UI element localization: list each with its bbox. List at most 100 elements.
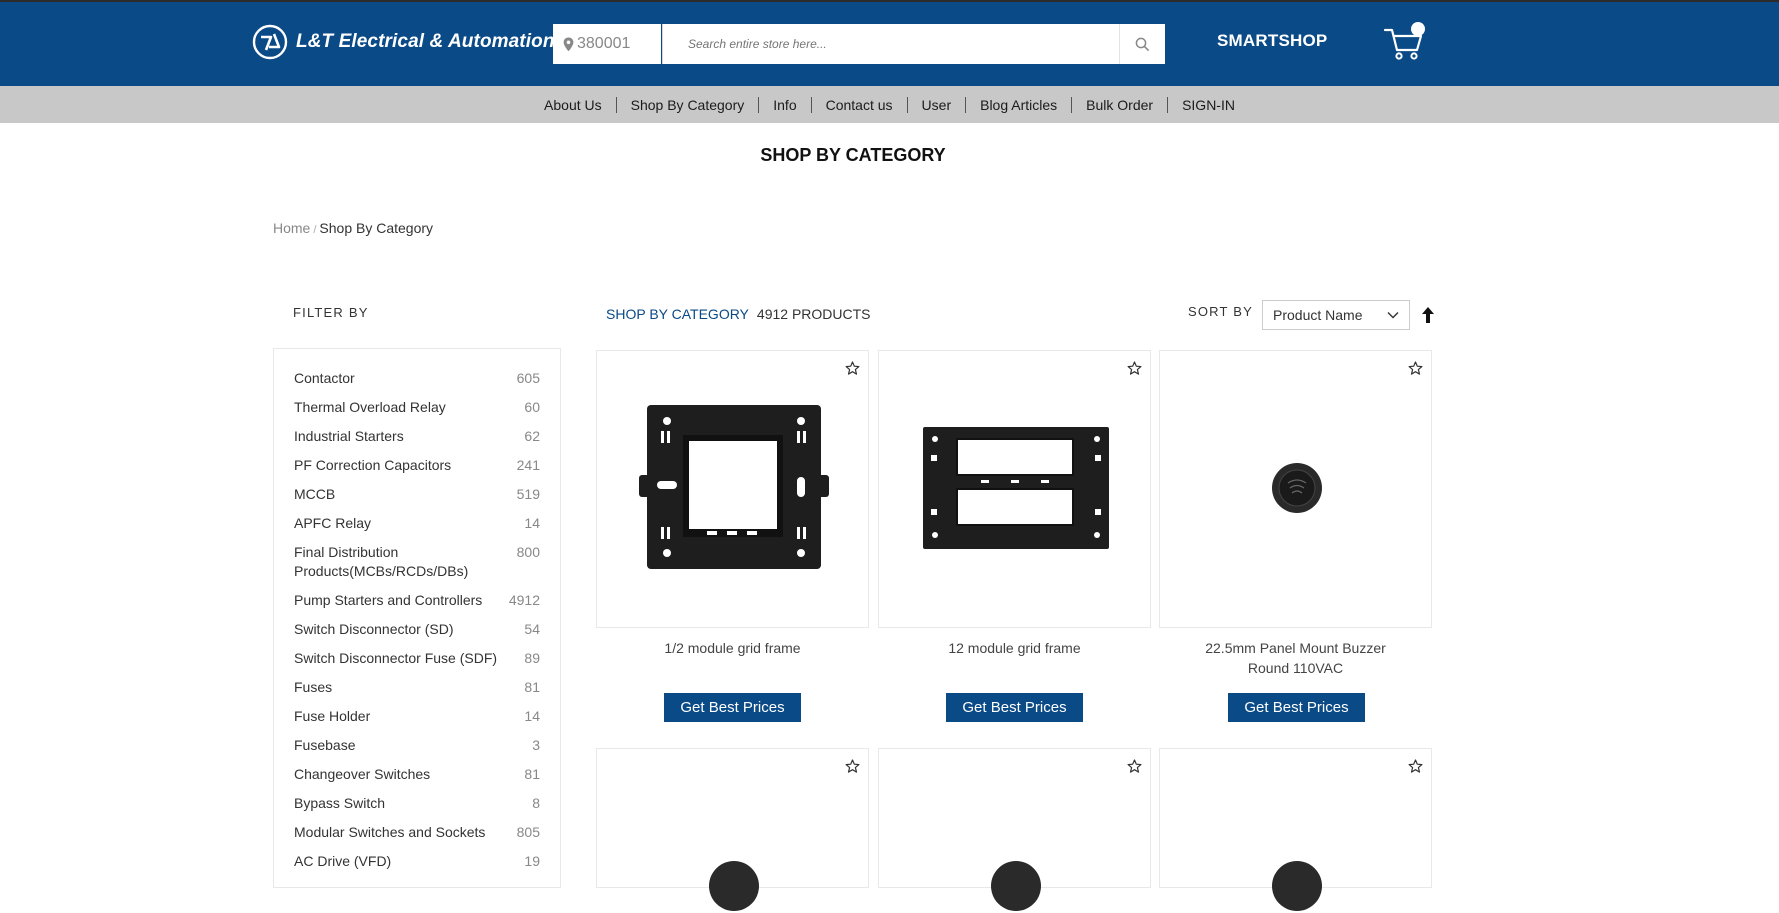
brand-logo[interactable]: L&T Electrical & Automation (252, 23, 555, 61)
breadcrumb-current: Shop By Category (319, 220, 434, 236)
pincode-field[interactable]: 380001 (553, 24, 661, 64)
wishlist-star-icon[interactable] (845, 759, 860, 774)
filter-item-ac-drive[interactable]: AC Drive (VFD) 19 (274, 852, 560, 871)
search-input[interactable] (663, 25, 1119, 63)
filter-title: FILTER BY (293, 305, 369, 320)
product-title[interactable]: 1/2 module grid frame (596, 638, 869, 658)
product-card[interactable] (1159, 350, 1432, 628)
product-card[interactable] (596, 350, 869, 628)
sort-direction-arrow-icon[interactable] (1421, 306, 1435, 324)
filter-item-bypass-switch[interactable]: Bypass Switch 8 (274, 794, 560, 813)
filter-item-label: Industrial Starters (294, 428, 404, 444)
filter-item-label: Contactor (294, 370, 355, 386)
filter-item-count: 8 (532, 795, 540, 811)
lt-logo-icon (252, 24, 288, 60)
filter-item-thermal-overload-relay[interactable]: Thermal Overload Relay 60 (274, 398, 560, 417)
filter-item-label: Final Distribution Products(MCBs/RCDs/DB… (294, 544, 469, 579)
breadcrumb-home[interactable]: Home (273, 220, 310, 236)
get-best-prices-button[interactable]: Get Best Prices (1228, 693, 1365, 722)
filter-item-count: 3 (532, 737, 540, 753)
product-image[interactable] (1270, 859, 1324, 913)
sort-by-label: SORT BY (1188, 304, 1253, 319)
listing-category-label[interactable]: SHOP BY CATEGORY (606, 306, 749, 322)
filter-item-label: Fuse Holder (294, 708, 371, 724)
product-card[interactable] (1159, 748, 1432, 911)
pincode-value: 380001 (577, 35, 631, 52)
filter-item-final-distribution-products[interactable]: Final Distribution Products(MCBs/RCDs/DB… (274, 543, 560, 581)
cart-badge (1411, 22, 1425, 36)
search-button[interactable] (1119, 24, 1165, 64)
nav-about-us[interactable]: About Us (530, 96, 617, 113)
product-card[interactable] (878, 748, 1151, 911)
filter-item-label: APFC Relay (294, 515, 372, 531)
get-best-prices-button[interactable]: Get Best Prices (664, 693, 801, 722)
filter-item-count: 805 (516, 824, 540, 840)
nav-info[interactable]: Info (759, 96, 812, 113)
filter-item-fuse-holder[interactable]: Fuse Holder 14 (274, 707, 560, 726)
location-pin-icon (563, 37, 574, 51)
nav-shop-by-category[interactable]: Shop By Category (617, 96, 760, 113)
filter-panel: Contactor 605 Thermal Overload Relay 60 In… (273, 348, 561, 888)
filter-item-label: Switch Disconnector Fuse (SDF) (294, 650, 498, 666)
filter-item-apfc-relay[interactable]: APFC Relay 14 (274, 514, 560, 533)
product-card[interactable] (596, 748, 869, 911)
filter-item-switch-disconnector-fuse[interactable]: Switch Disconnector Fuse (SDF) 89 (274, 649, 560, 668)
filter-item-count: 81 (524, 679, 540, 695)
breadcrumb: Home / Shop By Category (273, 220, 433, 236)
filter-item-label: PF Correction Capacitors (294, 457, 452, 473)
filter-item-label: Bypass Switch (294, 795, 386, 811)
nav-sign-in[interactable]: SIGN-IN (1168, 97, 1249, 113)
product-image[interactable] (707, 859, 761, 913)
nav-user[interactable]: User (908, 96, 967, 113)
filter-item-industrial-starters[interactable]: Industrial Starters 62 (274, 427, 560, 446)
wishlist-star-icon[interactable] (1127, 361, 1142, 376)
product-image[interactable] (1270, 461, 1324, 515)
main-nav: About Us Shop By Category Info Contact u… (0, 86, 1779, 123)
chevron-down-icon (1387, 312, 1399, 319)
wishlist-star-icon[interactable] (1127, 759, 1142, 774)
filter-item-count: 605 (516, 370, 540, 386)
filter-item-label: Pump Starters and Controllers (294, 592, 483, 608)
wishlist-star-icon[interactable] (845, 361, 860, 376)
product-title[interactable]: 22.5mm Panel Mount Buzzer Round 110VAC (1159, 638, 1432, 678)
product-title[interactable]: 12 module grid frame (878, 638, 1151, 658)
sort-select[interactable]: Product Name (1262, 300, 1410, 330)
filter-item-changeover-switches[interactable]: Changeover Switches 81 (274, 765, 560, 784)
filter-item-pf-correction-capacitors[interactable]: PF Correction Capacitors 241 (274, 456, 560, 475)
filter-item-count: 14 (524, 515, 540, 531)
filter-item-label: Changeover Switches (294, 766, 431, 782)
nav-contact-us[interactable]: Contact us (812, 96, 908, 113)
filter-item-label: Thermal Overload Relay (294, 399, 446, 415)
nav-blog-articles[interactable]: Blog Articles (966, 96, 1073, 113)
product-image[interactable] (989, 859, 1043, 913)
smartshop-logo[interactable]: SMARTSHOP (1217, 31, 1327, 51)
filter-item-label: Fuses (294, 679, 333, 695)
product-card[interactable] (878, 350, 1151, 628)
filter-item-count: 241 (516, 457, 540, 473)
product-count: 4912 PRODUCTS (756, 306, 871, 322)
brand-name: L&T Electrical & Automation (296, 31, 555, 52)
wishlist-star-icon[interactable] (1408, 759, 1423, 774)
listing-header: SHOP BY CATEGORY 4912 PRODUCTS (606, 306, 871, 322)
wishlist-star-icon[interactable] (1408, 361, 1423, 376)
filter-item-count: 800 (516, 544, 540, 560)
filter-item-count: 54 (524, 621, 540, 637)
filter-item-switch-disconnector[interactable]: Switch Disconnector (SD) 54 (274, 620, 560, 639)
search-bar (662, 24, 1165, 64)
filter-item-count: 519 (516, 486, 540, 502)
nav-bulk-order[interactable]: Bulk Order (1072, 96, 1169, 113)
filter-item-mccb[interactable]: MCCB 519 (274, 485, 560, 504)
filter-item-label: MCCB (294, 486, 336, 502)
filter-item-pump-starters-and-controllers[interactable]: Pump Starters and Controllers 4912 (274, 591, 560, 610)
filter-item-contactor[interactable]: Contactor 605 (274, 369, 560, 388)
filter-item-label: AC Drive (VFD) (294, 853, 392, 869)
filter-item-fuses[interactable]: Fuses 81 (274, 678, 560, 697)
product-image[interactable] (637, 403, 831, 571)
filter-item-modular-switches-and-sockets[interactable]: Modular Switches and Sockets 805 (274, 823, 560, 842)
breadcrumb-separator: / (313, 224, 317, 236)
filter-item-fusebase[interactable]: Fusebase 3 (274, 736, 560, 755)
filter-item-label: Fusebase (294, 737, 356, 753)
product-image[interactable] (919, 425, 1113, 551)
filter-item-count: 60 (524, 399, 540, 415)
get-best-prices-button[interactable]: Get Best Prices (946, 693, 1083, 722)
